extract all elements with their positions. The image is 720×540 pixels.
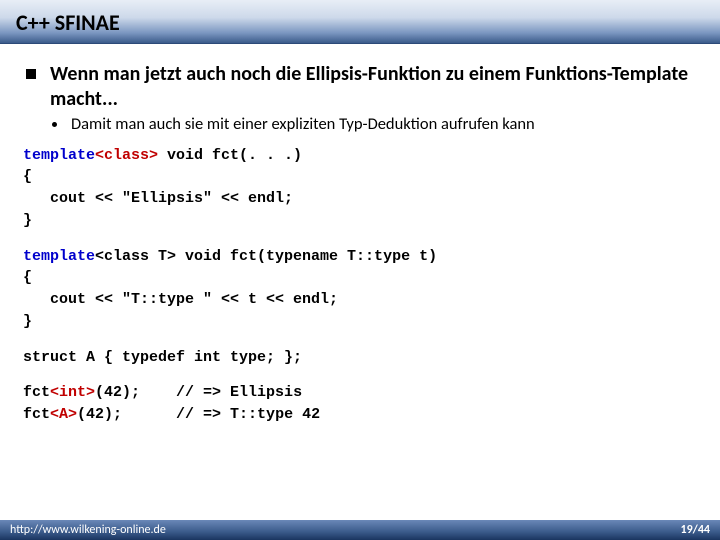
- bullet-main-text: Wenn man jetzt auch noch die Ellipsis-Fu…: [50, 62, 700, 112]
- code4-l1c: (42); // => Ellipsis: [95, 384, 302, 401]
- code4-l1b: <int>: [50, 384, 95, 401]
- code1-tparam: <class>: [95, 147, 158, 164]
- code1-kw: template: [23, 147, 95, 164]
- code2-rest: <class T> void fct(typename T::type t): [95, 248, 437, 265]
- code4-l2a: fct: [23, 406, 50, 423]
- code1-l2: {: [23, 168, 32, 185]
- code3-line: struct A { typedef int type; };: [23, 349, 302, 366]
- bullet-sub-text: Damit man auch sie mit einer expliziten …: [71, 114, 535, 135]
- code-block-3: struct A { typedef int type; };: [23, 347, 700, 369]
- title-bar: C++ SFINAE: [0, 0, 720, 44]
- code-block-2: template<class T> void fct(typename T::t…: [23, 246, 700, 333]
- code4-l2b: <A>: [50, 406, 77, 423]
- code1-l4: }: [23, 212, 32, 229]
- footer-url: http://www.wilkening-online.de: [10, 523, 166, 537]
- square-bullet-icon: [26, 69, 36, 79]
- code1-rest: void fct(. . .): [158, 147, 302, 164]
- code2-l4: }: [23, 313, 32, 330]
- footer-page-number: 19/44: [681, 523, 710, 537]
- code4-l1a: fct: [23, 384, 50, 401]
- bullet-sub: Damit man auch sie mit einer expliziten …: [52, 114, 700, 135]
- bullet-main: Wenn man jetzt auch noch die Ellipsis-Fu…: [26, 62, 700, 112]
- code-block-1: template<class> void fct(. . .) { cout <…: [23, 145, 700, 232]
- code-block-4: fct<int>(42); // => Ellipsis fct<A>(42);…: [23, 382, 700, 426]
- footer: http://www.wilkening-online.de 19/44: [0, 520, 720, 540]
- slide-title: C++ SFINAE: [16, 9, 120, 36]
- dot-bullet-icon: [52, 122, 57, 127]
- code4-l2c: (42); // => T::type 42: [77, 406, 320, 423]
- slide-content: Wenn man jetzt auch noch die Ellipsis-Fu…: [0, 44, 720, 426]
- code1-l3: cout << "Ellipsis" << endl;: [23, 190, 293, 207]
- code2-l2: {: [23, 269, 32, 286]
- code2-kw: template: [23, 248, 95, 265]
- code2-l3: cout << "T::type " << t << endl;: [23, 291, 338, 308]
